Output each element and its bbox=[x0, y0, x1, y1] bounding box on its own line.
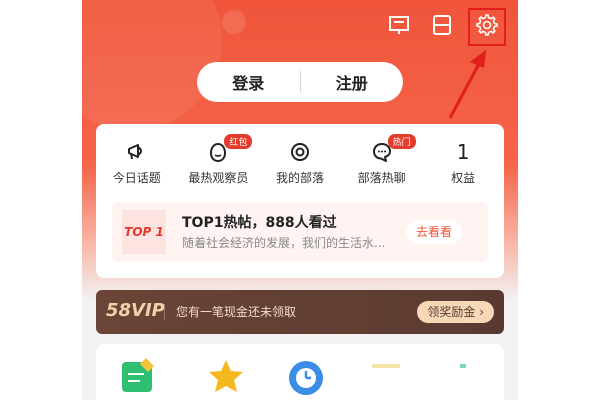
hot-post-title: TOP1热帖，888人看过 bbox=[182, 215, 337, 231]
app-screen: 登录 注册 今日话题 红包 最热观察员 我的部落 热门 部落热聊 1 权益 TO… bbox=[82, 0, 518, 400]
menu-label: 权益 bbox=[451, 171, 476, 185]
menu-item-benefits[interactable]: 1 权益 bbox=[425, 138, 501, 188]
go-see-button[interactable]: 去看看 bbox=[406, 220, 462, 244]
top1-logo: TOP 1 bbox=[122, 210, 166, 254]
scan-icon[interactable] bbox=[384, 10, 414, 40]
menu-item-hottest-observer[interactable]: 红包 最热观察员 bbox=[180, 134, 256, 188]
feature-grid bbox=[96, 344, 504, 400]
hot-post-banner[interactable]: TOP 1 TOP1热帖，888人看过 随着社会经济的发展，我们的生活水... … bbox=[112, 202, 488, 262]
login-button[interactable]: 登录 bbox=[197, 70, 300, 94]
badge-red-packet: 红包 bbox=[224, 134, 253, 149]
menu-label: 今日话题 bbox=[112, 171, 161, 185]
badge-hot: 热门 bbox=[387, 134, 416, 149]
settings-highlight-box bbox=[468, 8, 506, 46]
feature-icon-5[interactable] bbox=[446, 356, 486, 396]
menu-label: 我的部落 bbox=[275, 171, 324, 185]
hot-post-desc: 随着社会经济的发展，我们的生活水... bbox=[182, 236, 386, 250]
vip-banner[interactable]: 58VIP 您有一笔现金还未领取 领奖励金 › bbox=[96, 290, 504, 334]
menu-item-today-topic[interactable]: 今日话题 bbox=[99, 138, 175, 188]
target-icon bbox=[262, 138, 338, 166]
decor-bubble bbox=[82, 0, 222, 130]
feature-icon-4[interactable] bbox=[366, 356, 406, 396]
star-icon[interactable] bbox=[206, 356, 246, 396]
menu-item-tribe-chat[interactable]: 热门 部落热聊 bbox=[344, 134, 420, 188]
qr-code-icon[interactable] bbox=[427, 10, 457, 40]
menu-label: 部落热聊 bbox=[357, 171, 406, 185]
megaphone-icon bbox=[99, 138, 175, 166]
scan-icon-graphic bbox=[389, 16, 409, 34]
claim-reward-button[interactable]: 领奖励金 › bbox=[417, 301, 494, 323]
menu-label: 最热观察员 bbox=[188, 171, 249, 185]
auth-pill: 登录 注册 bbox=[197, 62, 403, 102]
vip-divider bbox=[164, 304, 165, 320]
menu-item-my-tribe[interactable]: 我的部落 bbox=[262, 138, 338, 188]
qr-code-icon-graphic bbox=[433, 15, 451, 35]
clock-icon[interactable] bbox=[286, 356, 326, 396]
community-card: 今日话题 红包 最热观察员 我的部落 热门 部落热聊 1 权益 TOP 1 TO… bbox=[96, 124, 504, 278]
quick-menu: 今日话题 红包 最热观察员 我的部落 热门 部落热聊 1 权益 bbox=[96, 134, 504, 188]
decor-bubble bbox=[222, 10, 246, 34]
vip-message: 您有一笔现金还未领取 bbox=[176, 305, 297, 319]
register-button[interactable]: 注册 bbox=[301, 70, 404, 94]
benefits-count: 1 bbox=[456, 140, 470, 164]
notebook-icon[interactable] bbox=[118, 356, 158, 396]
vip-logo: 58VIP bbox=[106, 300, 165, 321]
